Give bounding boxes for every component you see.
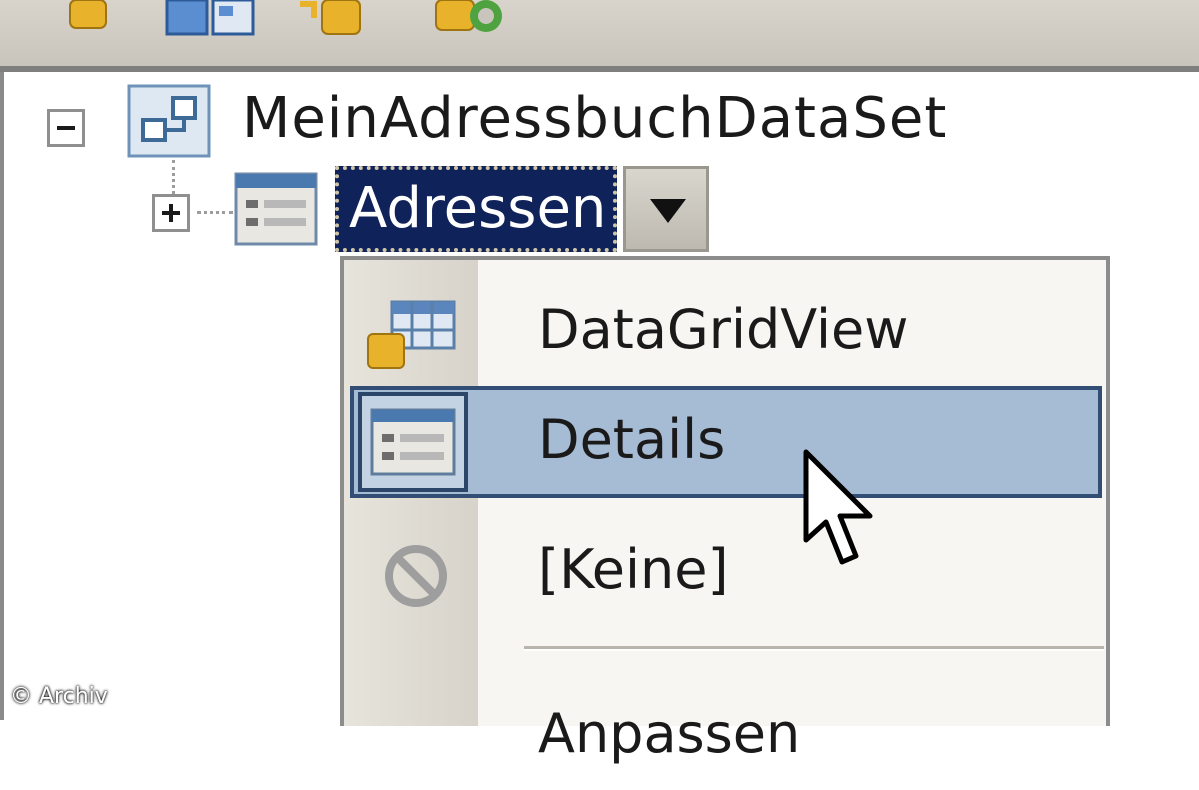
menu-item-details[interactable]: Details — [350, 386, 1102, 498]
menu-item-datagridview[interactable]: DataGridView — [344, 274, 1106, 386]
menu-separator — [524, 646, 1104, 651]
collapse-dataset-toggle[interactable] — [47, 109, 85, 147]
dataset-icon — [127, 84, 211, 158]
menu-item-label: DataGridView — [538, 298, 909, 361]
expand-table-toggle[interactable] — [152, 194, 190, 232]
tree-connector-line — [197, 211, 233, 214]
menu-item-label: Anpassen — [538, 702, 801, 765]
none-icon — [366, 538, 458, 610]
tree-connector-line — [172, 160, 175, 194]
add-datasource-icon[interactable] — [296, 0, 372, 36]
database-icon[interactable] — [62, 0, 114, 36]
details-form-icon — [358, 392, 468, 492]
table-node-selected[interactable]: Adressen — [335, 166, 617, 252]
menu-item-label: [Keine] — [538, 538, 729, 601]
menu-item-none[interactable]: [Keine] — [344, 514, 1106, 626]
menu-item-label: Details — [538, 408, 726, 471]
toolbar — [0, 0, 1199, 72]
dataset-designer-icon[interactable] — [165, 0, 257, 36]
datagridview-icon — [366, 298, 458, 370]
table-details-icon — [234, 172, 318, 246]
copyright-watermark: © Archiv — [10, 684, 108, 709]
dataset-label[interactable]: MeinAdressbuchDataSet — [242, 84, 947, 154]
control-type-menu: DataGridView Details [Keine] Anpassen — [340, 256, 1110, 765]
mouse-pointer-icon — [800, 448, 880, 570]
refresh-datasource-icon[interactable] — [432, 0, 512, 36]
menu-item-customize[interactable]: Anpassen — [344, 678, 1106, 790]
control-type-dropdown-button[interactable] — [623, 166, 709, 252]
chevron-down-icon — [650, 199, 686, 223]
table-node-label: Adressen — [349, 176, 607, 241]
